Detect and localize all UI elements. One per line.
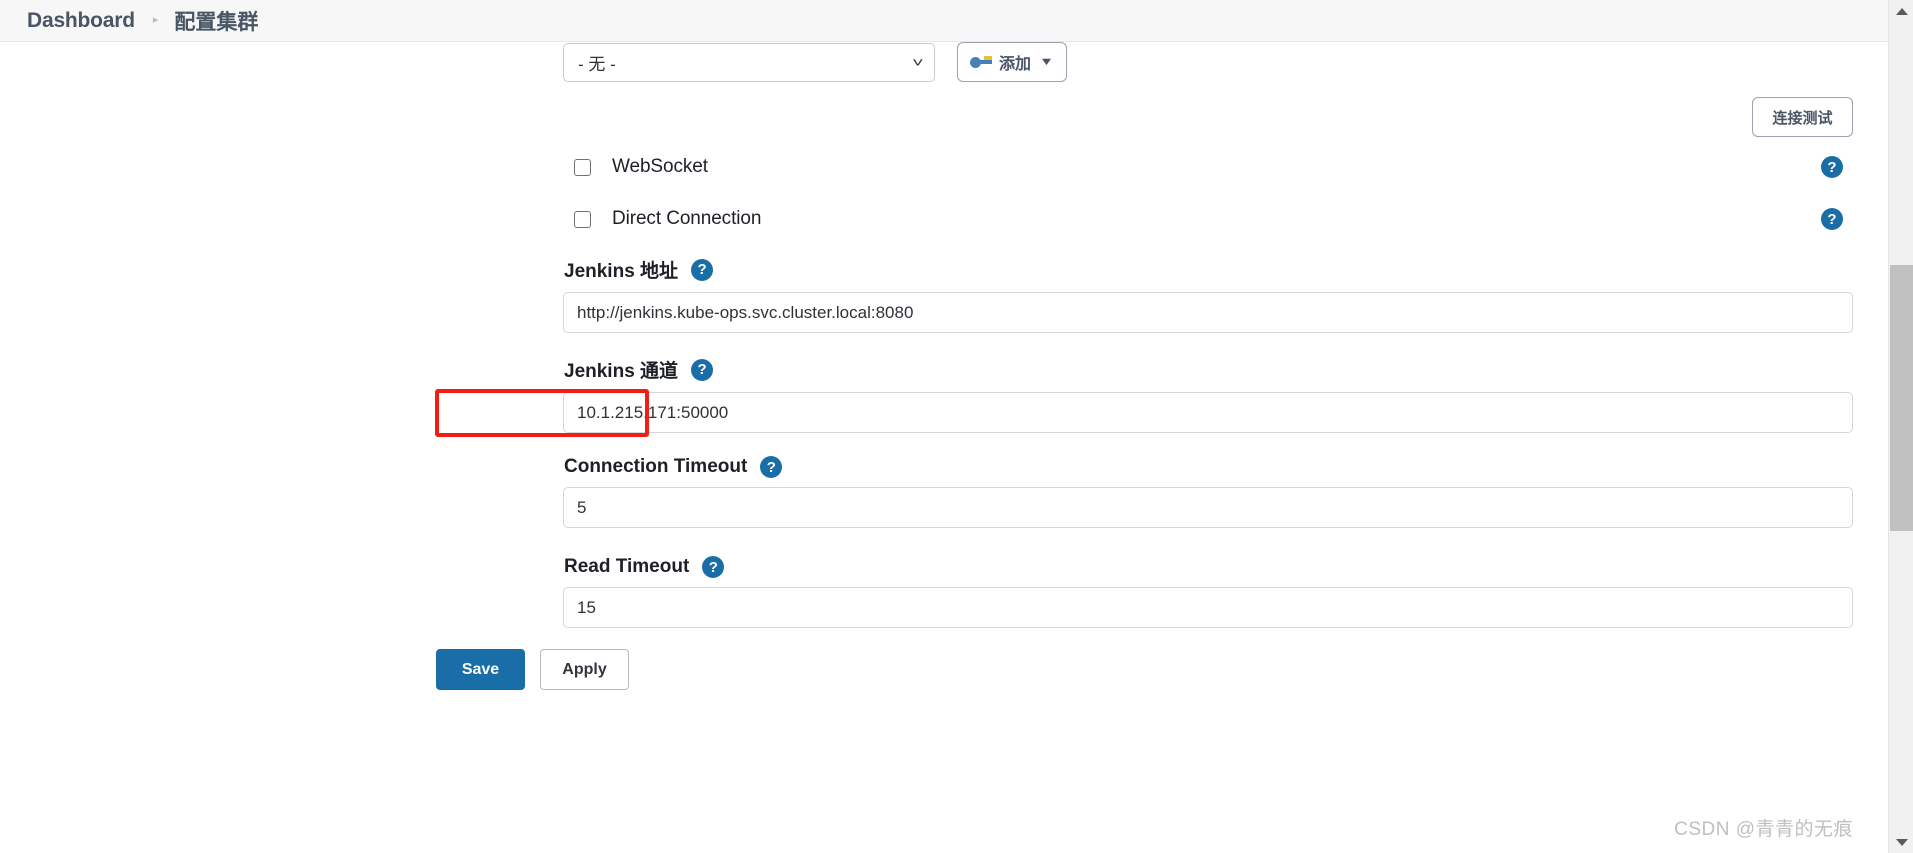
credentials-select-value: - 无 -: [578, 54, 616, 74]
watermark-text: CSDN @青青的无痕: [1674, 819, 1853, 840]
jenkins-url-help-icon[interactable]: ?: [691, 258, 714, 281]
field-read-timeout: Read Timeout ? 15: [563, 556, 1853, 628]
direct-connection-checkbox-row: Direct Connection ?: [563, 208, 1853, 230]
connection-timeout-label: Connection Timeout: [564, 456, 748, 477]
key-icon: [970, 55, 992, 69]
field-jenkins-tunnel: Jenkins 通道 ? 10.1.215.171:50000: [563, 356, 1853, 433]
breadcrumb-current-page[interactable]: 配置集群: [174, 6, 258, 36]
jenkins-tunnel-label: Jenkins 通道: [564, 361, 679, 382]
save-button[interactable]: Save: [436, 649, 525, 690]
add-credentials-button[interactable]: 添加 ▼: [957, 42, 1067, 82]
apply-button[interactable]: Apply: [540, 649, 629, 690]
test-connection-label: 连接测试: [1772, 109, 1833, 127]
scroll-up-arrow-icon[interactable]: [1889, 0, 1913, 22]
scroll-down-arrow-icon[interactable]: [1889, 831, 1913, 853]
direct-connection-help-icon[interactable]: ?: [1821, 208, 1843, 230]
page-scrollbar[interactable]: [1888, 0, 1913, 853]
form-actions: Save Apply: [436, 649, 629, 690]
save-button-label: Save: [461, 660, 500, 678]
websocket-checkbox[interactable]: [574, 158, 591, 176]
connection-timeout-input[interactable]: 5: [563, 487, 1853, 528]
read-timeout-label: Read Timeout: [564, 556, 690, 577]
chevron-down-icon: ˅: [912, 54, 924, 70]
websocket-label: WebSocket: [612, 156, 708, 177]
direct-connection-label: Direct Connection: [612, 208, 762, 229]
connection-timeout-help-icon[interactable]: ?: [760, 456, 783, 478]
jenkins-url-label-row: Jenkins 地址 ?: [563, 256, 1853, 283]
credentials-row: - 无 - ˅ 添加 ▼: [563, 42, 1067, 82]
apply-button-label: Apply: [562, 660, 607, 678]
read-timeout-label-row: Read Timeout ?: [563, 556, 1853, 578]
test-connection-button[interactable]: 连接测试: [1752, 97, 1853, 137]
jenkins-tunnel-help-icon[interactable]: ?: [691, 358, 714, 381]
websocket-checkbox-row: WebSocket ?: [563, 156, 1853, 178]
jenkins-tunnel-input[interactable]: 10.1.215.171:50000: [563, 392, 1853, 433]
main-content: - 无 - ˅ 添加 ▼ 连接测试 WebSocket ? Direct Con…: [0, 42, 1888, 853]
jenkins-url-label: Jenkins 地址: [564, 261, 679, 282]
scrollbar-thumb[interactable]: [1890, 265, 1913, 531]
read-timeout-help-icon[interactable]: ?: [702, 556, 725, 578]
connection-timeout-label-row: Connection Timeout ?: [563, 456, 1853, 478]
breadcrumb-separator-icon: ▸: [152, 14, 159, 26]
direct-connection-checkbox[interactable]: [574, 210, 591, 228]
breadcrumb-dashboard-link[interactable]: Dashboard: [27, 9, 135, 33]
breadcrumb-bar: Dashboard ▸ 配置集群: [0, 0, 1888, 42]
credentials-select[interactable]: - 无 - ˅: [563, 42, 935, 82]
add-credentials-label: 添加: [999, 56, 1032, 73]
connection-timeout-value: 5: [577, 497, 587, 517]
jenkins-tunnel-value: 10.1.215.171:50000: [577, 402, 729, 422]
jenkins-url-input[interactable]: http://jenkins.kube-ops.svc.cluster.loca…: [563, 292, 1853, 333]
page-root: Dashboard ▸ 配置集群 - 无 - ˅ 添加 ▼ 连接测试 WebSo…: [0, 0, 1913, 853]
read-timeout-value: 15: [577, 597, 596, 617]
caret-down-icon: ▼: [1038, 56, 1055, 68]
read-timeout-input[interactable]: 15: [563, 587, 1853, 628]
websocket-help-icon[interactable]: ?: [1821, 156, 1843, 178]
jenkins-url-value: http://jenkins.kube-ops.svc.cluster.loca…: [577, 302, 914, 322]
field-connection-timeout: Connection Timeout ? 5: [563, 456, 1853, 528]
field-jenkins-url: Jenkins 地址 ? http://jenkins.kube-ops.svc…: [563, 256, 1853, 333]
jenkins-tunnel-label-row: Jenkins 通道 ?: [563, 356, 1853, 383]
